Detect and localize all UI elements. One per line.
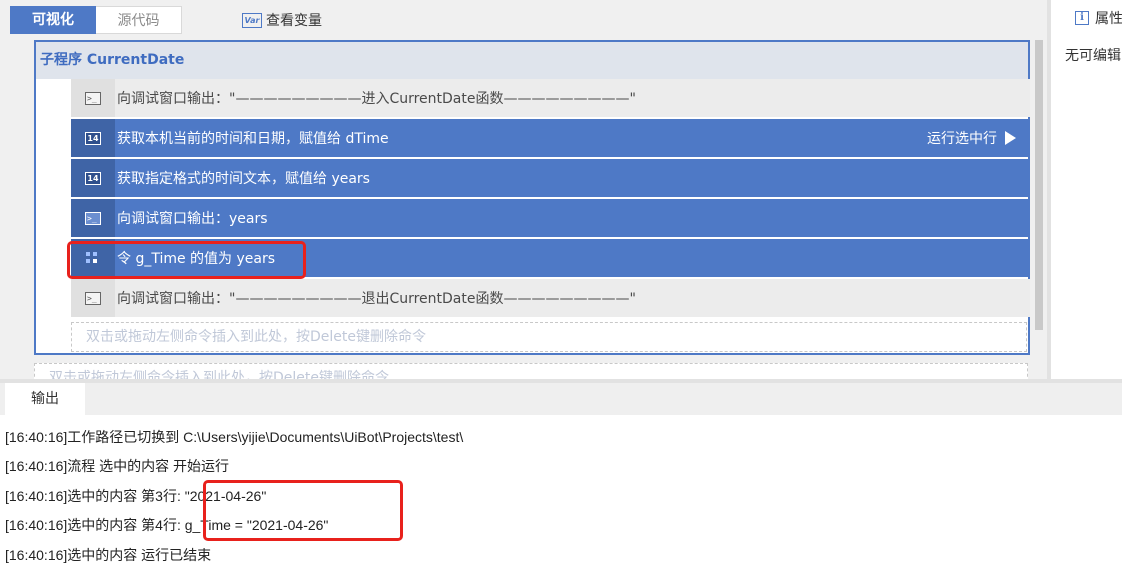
scrollbar-thumb[interactable] bbox=[1035, 40, 1043, 330]
drop-zone[interactable]: 双击或拖动左侧命令插入到此处，按Delete键删除命令 bbox=[34, 363, 1028, 380]
console-output-icon: >_ bbox=[71, 79, 115, 117]
command-row[interactable]: 14 获取指定格式的时间文本，赋值给 years bbox=[71, 159, 1030, 197]
command-row[interactable]: >_ 向调试窗口输出："—————————退出CurrentDate函数————… bbox=[71, 279, 1030, 317]
log-line: [16:40:16]选中的内容 第4行: g_Time = "2021-04-2… bbox=[5, 517, 329, 533]
tab-output[interactable]: 输出 bbox=[5, 383, 85, 415]
properties-tab-label: 属性 bbox=[1095, 11, 1122, 27]
output-log: [16:40:16]工作路径已切换到 C:\Users\yijie\Docume… bbox=[0, 415, 1122, 583]
command-row[interactable]: 14 获取本机当前的时间和日期，赋值给 dTime 运行选中行 bbox=[71, 119, 1030, 157]
command-row[interactable]: >_ 向调试窗口输出：years bbox=[71, 199, 1030, 237]
command-row[interactable]: 令 g_Time 的值为 years bbox=[71, 239, 1030, 277]
command-text: 向调试窗口输出：years bbox=[117, 211, 268, 227]
log-line: [16:40:16]选中的内容 第3行: "2021-04-26" bbox=[5, 488, 267, 504]
run-selected-label: 运行选中行 bbox=[927, 131, 997, 147]
tab-source[interactable]: 源代码 bbox=[96, 6, 182, 34]
command-text: 获取指定格式的时间文本，赋值给 years bbox=[117, 171, 370, 187]
editor-scrollbar[interactable] bbox=[1033, 40, 1045, 330]
log-line: [16:40:16]工作路径已切换到 C:\Users\yijie\Docume… bbox=[5, 429, 464, 445]
variable-icon: Var bbox=[242, 12, 262, 28]
console-output-icon: >_ bbox=[71, 199, 115, 237]
calendar-icon: 14 bbox=[71, 159, 115, 197]
run-selected-button[interactable]: 运行选中行 bbox=[927, 128, 1016, 148]
subprogram-block: 子程序 CurrentDate >_ 向调试窗口输出："—————————进入C… bbox=[34, 40, 1030, 355]
properties-tab[interactable]: i 属性 bbox=[1075, 8, 1122, 28]
calendar-icon: 14 bbox=[71, 119, 115, 157]
subprogram-title[interactable]: 子程序 CurrentDate bbox=[36, 42, 1028, 79]
tab-visual[interactable]: 可视化 bbox=[10, 6, 96, 34]
command-row[interactable]: >_ 向调试窗口输出："—————————进入CurrentDate函数————… bbox=[71, 79, 1030, 117]
properties-panel: i 属性 无可编辑 bbox=[1047, 0, 1122, 380]
info-icon: i bbox=[1075, 11, 1089, 25]
properties-empty-text: 无可编辑 bbox=[1065, 48, 1121, 64]
command-text: 向调试窗口输出："—————————进入CurrentDate函数———————… bbox=[117, 91, 636, 107]
console-output-icon: >_ bbox=[71, 279, 115, 317]
editor-tabs: 可视化 源代码 bbox=[10, 6, 182, 34]
command-text: 令 g_Time 的值为 years bbox=[117, 251, 276, 267]
play-icon bbox=[1005, 131, 1016, 145]
view-variables-button[interactable]: Var 查看变量 bbox=[242, 10, 322, 30]
visual-editor: 可视化 源代码 Var 查看变量 子程序 CurrentDate >_ 向调试窗… bbox=[0, 0, 1047, 380]
drop-zone[interactable]: 双击或拖动左侧命令插入到此处，按Delete键删除命令 bbox=[71, 322, 1027, 352]
log-line: [16:40:16]流程 选中的内容 开始运行 bbox=[5, 458, 230, 474]
command-text: 获取本机当前的时间和日期，赋值给 dTime bbox=[117, 131, 389, 147]
assign-variable-icon bbox=[71, 239, 115, 277]
output-tabbar: 输出 bbox=[0, 383, 1122, 415]
view-variables-label: 查看变量 bbox=[266, 13, 322, 29]
command-text: 向调试窗口输出："—————————退出CurrentDate函数———————… bbox=[117, 291, 636, 307]
log-line: [16:40:16]选中的内容 运行已结束 bbox=[5, 547, 212, 563]
